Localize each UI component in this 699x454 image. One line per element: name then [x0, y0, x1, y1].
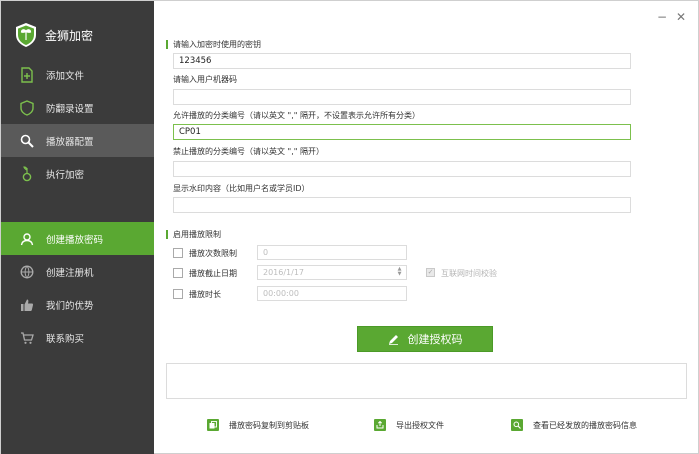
user-icon [17, 229, 37, 249]
date-spinner-icon[interactable]: ▲ ▼ [396, 267, 403, 278]
section-accent-bar [166, 39, 168, 49]
add-file-icon [17, 65, 37, 85]
globe-icon [17, 262, 37, 282]
search-icon [17, 131, 37, 151]
play-until-checkbox[interactable] [173, 268, 183, 278]
play-duration-input[interactable]: 00:00:00 [257, 286, 407, 301]
sidebar-item-player-config[interactable]: 播放器配置 [1, 124, 154, 157]
play-duration-checkbox[interactable] [173, 289, 183, 299]
play-count-label: 播放次数限制 [189, 249, 237, 258]
machine-code-label: 请输入用户机器码 [173, 75, 237, 84]
auth-code-output[interactable] [166, 363, 687, 399]
export-auth-file-button[interactable]: 导出授权文件 [374, 419, 444, 431]
key-section-title: 请输入加密时使用的密钥 [166, 38, 261, 50]
sidebar-item-create-keygen[interactable]: 创建注册机 [1, 255, 154, 288]
watermark-label: 显示水印内容（比如用户名或学员ID） [173, 184, 310, 193]
sidebar-item-add-file[interactable]: 添加文件 [1, 58, 154, 91]
forbidden-category-label: 禁止播放的分类编号（请以英文 "," 隔开） [173, 147, 324, 156]
key-section-label: 请输入加密时使用的密钥 [173, 39, 261, 49]
copy-to-clipboard-button[interactable]: 播放密码复制到剪贴板 [207, 419, 309, 431]
sidebar-item-label: 我们的优势 [46, 300, 94, 312]
thumbs-up-icon [17, 295, 37, 315]
sidebar-item-label: 执行加密 [46, 169, 85, 181]
shield-logo-icon [16, 23, 36, 47]
sidebar-item-execute-encrypt[interactable]: 执行加密 [1, 157, 154, 190]
copy-icon [207, 419, 219, 431]
limits-section-label: 启用播放限制 [173, 229, 221, 239]
allowed-category-input[interactable] [173, 124, 631, 140]
sidebar-item-label: 防翻录设置 [46, 103, 94, 115]
view-issued-passwords-button[interactable]: 查看已经发放的播放密码信息 [511, 419, 637, 431]
minimize-button[interactable]: − [655, 10, 669, 24]
forbidden-category-input[interactable] [173, 161, 631, 177]
watermark-input[interactable] [173, 197, 631, 213]
limits-section-title: 启用播放限制 [166, 228, 221, 240]
pen-icon [388, 334, 398, 345]
sidebar-item-label: 联系购买 [46, 333, 85, 345]
sidebar-item-create-play-password[interactable]: 创建播放密码 [1, 222, 154, 255]
section-accent-bar [166, 229, 168, 239]
play-until-value: 2016/1/17 [263, 268, 305, 277]
sidebar-item-label: 创建注册机 [46, 267, 94, 279]
key-input[interactable] [173, 53, 631, 69]
export-auth-file-label: 导出授权文件 [396, 420, 444, 430]
machine-code-input[interactable] [173, 89, 631, 105]
sidebar-item-label: 创建播放密码 [46, 234, 104, 246]
copy-to-clipboard-label: 播放密码复制到剪贴板 [229, 420, 309, 430]
sidebar-item-anti-record[interactable]: 防翻录设置 [1, 91, 154, 124]
create-auth-code-button[interactable]: 创建授权码 [357, 326, 493, 352]
play-until-date-picker[interactable]: 2016/1/17 ▲ ▼ [257, 265, 407, 280]
play-count-checkbox[interactable] [173, 248, 183, 258]
sidebar-item-advantages[interactable]: 我们的优势 [1, 288, 154, 321]
shield-icon [17, 98, 37, 118]
sidebar-item-label: 播放器配置 [46, 136, 94, 148]
create-auth-code-label: 创建授权码 [407, 333, 463, 346]
network-time-label: 互联网时间校验 [441, 269, 497, 278]
view-issued-passwords-label: 查看已经发放的播放密码信息 [533, 420, 637, 430]
sidebar: 金狮加密 添加文件 防翻录设置 播放器配置 执行加密 创建播放密码 创建注册机 … [1, 1, 154, 454]
search-small-icon [511, 419, 523, 431]
allowed-category-label: 允许播放的分类编号（请以英文 "," 隔开，不设置表示允许所有分类） [173, 111, 420, 120]
app-title: 金狮加密 [45, 28, 94, 43]
sidebar-item-contact-purchase[interactable]: 联系购买 [1, 321, 154, 354]
play-duration-label: 播放时长 [189, 290, 221, 299]
network-time-checkbox[interactable]: ✓ [426, 268, 435, 277]
play-count-input[interactable]: 0 [257, 245, 407, 260]
sidebar-item-label: 添加文件 [46, 70, 85, 82]
app-logo: 金狮加密 [15, 21, 93, 49]
cart-icon [17, 328, 37, 348]
app-window: 金狮加密 添加文件 防翻录设置 播放器配置 执行加密 创建播放密码 创建注册机 … [0, 0, 699, 454]
seedling-icon [17, 164, 37, 184]
export-icon [374, 419, 386, 431]
play-until-label: 播放截止日期 [189, 269, 237, 278]
close-button[interactable]: ✕ [674, 10, 688, 24]
